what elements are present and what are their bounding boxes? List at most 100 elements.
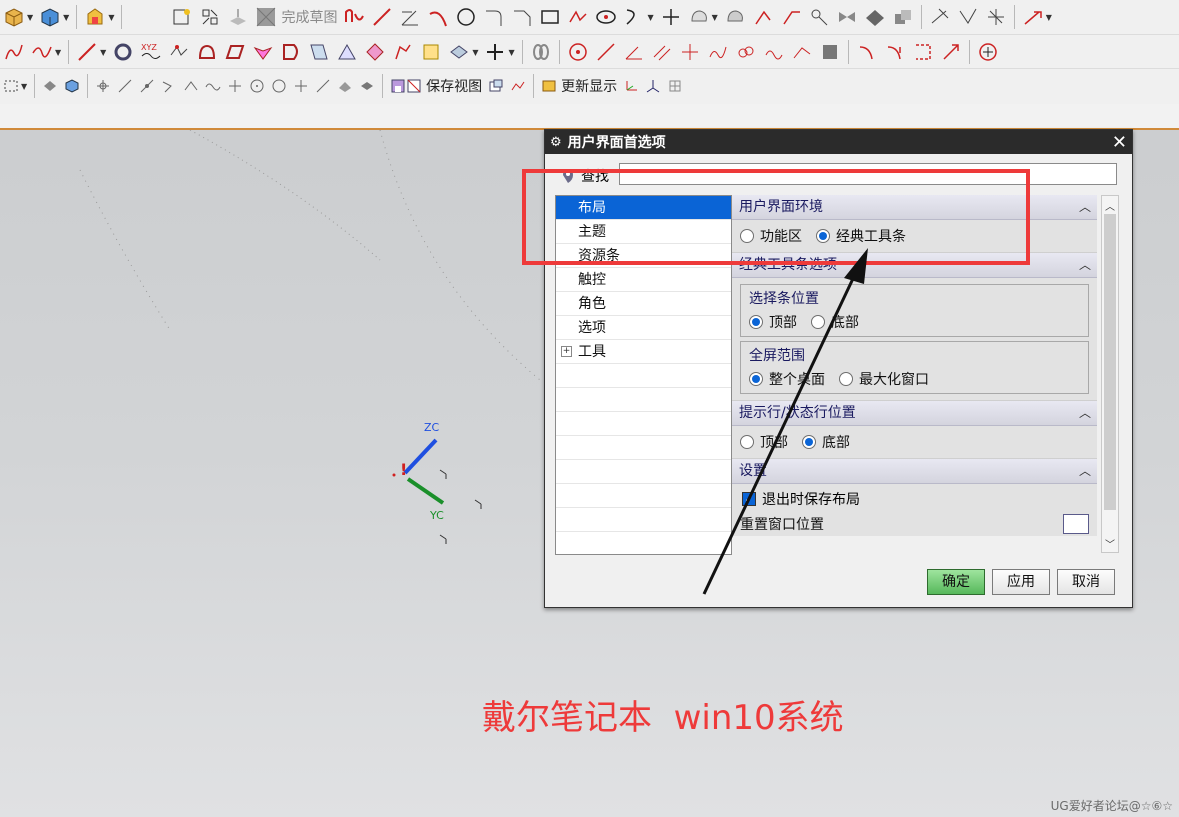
section-header-prompt-status-position[interactable]: 提示行/状态行位置 ︿ xyxy=(732,401,1097,426)
dialog-title-bar[interactable]: ⚙ 用户界面首选项 ✕ xyxy=(545,130,1132,154)
curve-tool-button-2[interactable] xyxy=(955,2,981,32)
analysis-wave-button[interactable] xyxy=(761,37,787,67)
fillet-button[interactable] xyxy=(481,2,507,32)
angle-button[interactable] xyxy=(397,2,423,32)
analysis-angle-button[interactable] xyxy=(621,37,647,67)
snap-surface-button[interactable] xyxy=(335,71,355,101)
pattern-button[interactable] xyxy=(722,2,748,32)
snap-center-button[interactable] xyxy=(247,71,267,101)
point-button[interactable] xyxy=(658,2,684,32)
snap-wave-button[interactable] xyxy=(203,71,223,101)
surface-button-9[interactable] xyxy=(418,37,444,67)
scroll-up-icon[interactable]: ︿ xyxy=(1104,198,1116,213)
snap-all-button[interactable] xyxy=(93,71,113,101)
tree-item-options[interactable]: 选项 xyxy=(556,316,731,340)
arc-button[interactable] xyxy=(425,2,451,32)
save-view-button[interactable]: 保存视图 xyxy=(388,71,484,101)
analysis-bend-button[interactable] xyxy=(789,37,815,67)
snap-quadrant-button[interactable] xyxy=(269,71,289,101)
snap-control-button[interactable] xyxy=(159,71,179,101)
edit-b-button[interactable] xyxy=(882,37,908,67)
snap-point-button[interactable] xyxy=(291,71,311,101)
expand-icon[interactable]: + xyxy=(561,346,572,357)
snap-intersect-button[interactable] xyxy=(181,71,201,101)
surface-button-2[interactable] xyxy=(222,37,248,67)
body-button[interactable] xyxy=(62,71,82,101)
csys-button[interactable] xyxy=(643,71,663,101)
snap-end-button[interactable] xyxy=(115,71,135,101)
circle-button[interactable] xyxy=(453,2,479,32)
restore-view-button[interactable] xyxy=(486,71,506,101)
apply-button[interactable]: 应用 xyxy=(992,569,1050,595)
edit-curve-button[interactable]: ▼ xyxy=(1020,2,1054,32)
trim-sheet-button[interactable]: ▼ xyxy=(482,37,516,67)
wcs-button[interactable] xyxy=(621,71,641,101)
surface-button[interactable] xyxy=(194,37,220,67)
ellipse-button[interactable] xyxy=(593,2,619,32)
mirror-button[interactable] xyxy=(834,2,860,32)
offset-button[interactable]: ▼ xyxy=(686,2,720,32)
update-display-button[interactable]: 更新显示 xyxy=(539,71,619,101)
link-button[interactable] xyxy=(528,37,554,67)
feature-dropdown-button[interactable]: ▼ xyxy=(82,2,116,32)
analysis-box-button[interactable] xyxy=(817,37,843,67)
spline-button[interactable] xyxy=(1,37,27,67)
sketch-button[interactable] xyxy=(169,2,195,32)
surface-button-7[interactable] xyxy=(362,37,388,67)
chevron-up-icon[interactable]: ︿ xyxy=(1079,253,1091,277)
panel-scrollbar[interactable]: ︿ ﹀ xyxy=(1101,195,1119,553)
analysis-circle-button[interactable] xyxy=(565,37,591,67)
solid-dropdown-button[interactable]: ▼ xyxy=(37,2,71,32)
rectangle-button[interactable] xyxy=(537,2,563,32)
surface-button-10[interactable]: ▼ xyxy=(446,37,480,67)
close-icon[interactable]: ✕ xyxy=(1112,132,1127,153)
studio-spline-button[interactable]: ▼ xyxy=(29,37,63,67)
surface-button-4[interactable] xyxy=(278,37,304,67)
surface-button-8[interactable] xyxy=(390,37,416,67)
snap-plus-button[interactable] xyxy=(225,71,245,101)
snap-mid-button[interactable] xyxy=(137,71,157,101)
intersect-button[interactable] xyxy=(890,2,916,32)
curve-tool-button[interactable] xyxy=(927,2,953,32)
cube-dropdown-button[interactable]: ▼ xyxy=(1,2,35,32)
chevron-up-icon[interactable]: ︿ xyxy=(1079,459,1091,483)
finish-sketch-button[interactable]: 完成草图 xyxy=(253,2,339,32)
analysis-loop-button[interactable] xyxy=(705,37,731,67)
sketch-grid-button[interactable] xyxy=(197,2,223,32)
line-button[interactable] xyxy=(369,2,395,32)
grid-display-button[interactable] xyxy=(665,71,685,101)
edit-d-button[interactable] xyxy=(938,37,964,67)
tree-item-tools[interactable]: + 工具 xyxy=(556,340,731,364)
scroll-thumb[interactable] xyxy=(1104,214,1116,510)
trim-button[interactable] xyxy=(750,2,776,32)
radio-prompt-bottom[interactable] xyxy=(802,435,816,449)
select-filter-button[interactable]: ▼ xyxy=(1,71,29,101)
constraint-button[interactable] xyxy=(806,2,832,32)
camera-button[interactable] xyxy=(508,71,528,101)
section-header-settings[interactable]: 设置 ︿ xyxy=(732,459,1097,484)
chevron-up-icon[interactable]: ︿ xyxy=(1079,401,1091,425)
scroll-down-icon[interactable]: ﹀ xyxy=(1104,536,1116,551)
project-button[interactable] xyxy=(862,2,888,32)
reset-window-position-button[interactable] xyxy=(1063,514,1089,534)
radio-maximized-window[interactable] xyxy=(839,372,853,386)
radio-prompt-top[interactable] xyxy=(740,435,754,449)
tree-item-touch[interactable]: 触控 xyxy=(556,268,731,292)
surface-button-5[interactable] xyxy=(306,37,332,67)
snap-on-curve-button[interactable] xyxy=(313,71,333,101)
edit-c-button[interactable] xyxy=(910,37,936,67)
analysis-knot-button[interactable] xyxy=(733,37,759,67)
ok-button[interactable]: 确定 xyxy=(927,569,985,595)
line-tool-button[interactable]: ▼ xyxy=(74,37,108,67)
conic-button[interactable]: ▼ xyxy=(621,2,655,32)
save-layout-on-exit-checkbox[interactable]: ✓ xyxy=(742,492,756,506)
radio-select-bar-bottom[interactable] xyxy=(811,315,825,329)
cancel-button[interactable]: 取消 xyxy=(1057,569,1115,595)
analysis-cross-button[interactable] xyxy=(677,37,703,67)
analysis-parallel-button[interactable] xyxy=(649,37,675,67)
surface-button-3[interactable] xyxy=(250,37,276,67)
helix-button[interactable] xyxy=(110,37,136,67)
extend-button[interactable] xyxy=(778,2,804,32)
xyz-button[interactable]: XYZ xyxy=(138,37,164,67)
radio-whole-desktop[interactable] xyxy=(749,372,763,386)
